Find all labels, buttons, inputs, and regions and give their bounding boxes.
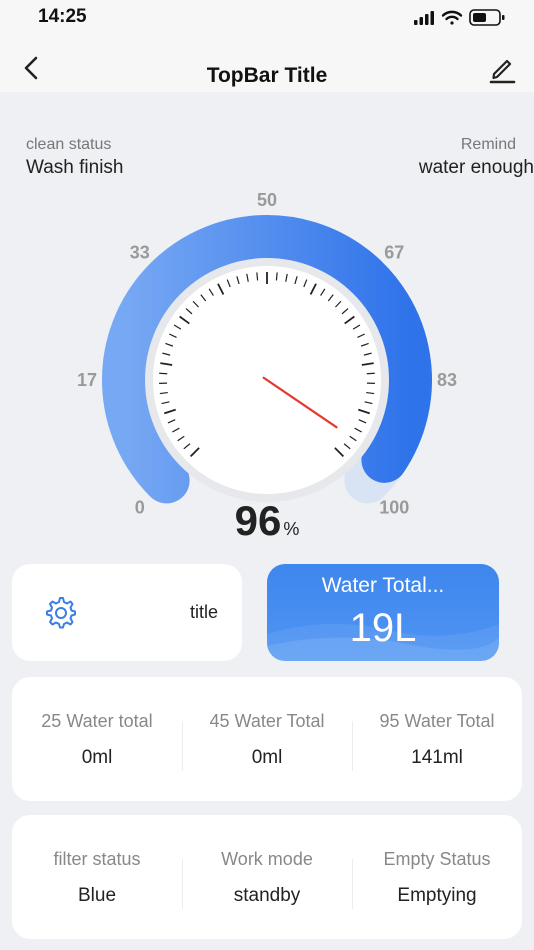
stat-item: filter status Blue — [12, 815, 182, 939]
status-time: 14:25 — [38, 6, 87, 27]
stat-label: 95 Water Total — [379, 711, 495, 731]
settings-card-title: title — [189, 602, 218, 622]
stat-value: 0ml — [81, 747, 113, 768]
edit-icon[interactable] — [484, 50, 520, 86]
status-icons — [414, 9, 505, 26]
wifi-icon — [441, 10, 463, 25]
water-total-value: 19L — [349, 606, 417, 650]
gauge-tick-label: 67 — [384, 243, 404, 263]
clean-status-block: clean status Wash finish — [26, 136, 124, 179]
top-bar: TopBar Title — [0, 44, 534, 92]
gauge-tick-label: 83 — [437, 370, 457, 390]
stat-value: Emptying — [397, 885, 477, 906]
stat-value: 0ml — [251, 747, 283, 768]
remind-value: water enough — [418, 157, 534, 178]
gauge-tick — [366, 372, 375, 375]
stat-value: 141ml — [411, 747, 463, 768]
gear-icon — [46, 597, 76, 629]
device-status-card: filter status Blue Work mode standby Emp… — [12, 815, 522, 939]
gauge-unit: % — [283, 519, 300, 539]
stat-label: filter status — [53, 849, 141, 869]
gauge-value: 96 — [234, 497, 282, 544]
stat-item: 25 Water total 0ml — [12, 677, 182, 801]
gauge-tick — [256, 272, 259, 281]
stat-label: Work mode — [221, 849, 313, 869]
water-total-label: Water Total... — [321, 574, 445, 597]
stat-value: Blue — [77, 885, 117, 906]
gauge-tick — [159, 372, 168, 375]
stat-item: 45 Water Total 0ml — [182, 677, 352, 801]
signal-icon — [414, 11, 434, 25]
water-stats-card: 25 Water total 0ml 45 Water Total 0ml 95… — [12, 677, 522, 801]
clean-status-value: Wash finish — [26, 157, 124, 178]
stat-label: Empty Status — [383, 849, 491, 869]
stat-item: 95 Water Total 141ml — [352, 677, 522, 801]
page-title: TopBar Title — [206, 64, 328, 87]
water-gauge: 01733506783100 — [77, 190, 457, 517]
stat-label: 45 Water Total — [209, 711, 325, 731]
remind-label: Remind — [460, 136, 516, 153]
status-bar: 14:25 — [0, 0, 534, 44]
stat-item: Work mode standby — [182, 815, 352, 939]
gauge-tick-label: 50 — [257, 190, 277, 210]
clean-status-label: clean status — [26, 136, 112, 153]
gauge-readout: 96% — [0, 497, 534, 545]
gauge-tick — [275, 272, 278, 281]
settings-card[interactable]: title — [12, 564, 242, 661]
water-total-card[interactable]: Water Total... 19L — [267, 564, 499, 661]
gauge-tick-label: 33 — [130, 243, 150, 263]
stat-item: Empty Status Emptying — [352, 815, 522, 939]
battery-icon — [469, 9, 505, 26]
stat-label: 25 Water total — [41, 711, 153, 731]
gauge-tick-label: 17 — [77, 370, 97, 390]
remind-block: Remind water enough — [419, 136, 534, 179]
stat-value: standby — [233, 885, 301, 906]
